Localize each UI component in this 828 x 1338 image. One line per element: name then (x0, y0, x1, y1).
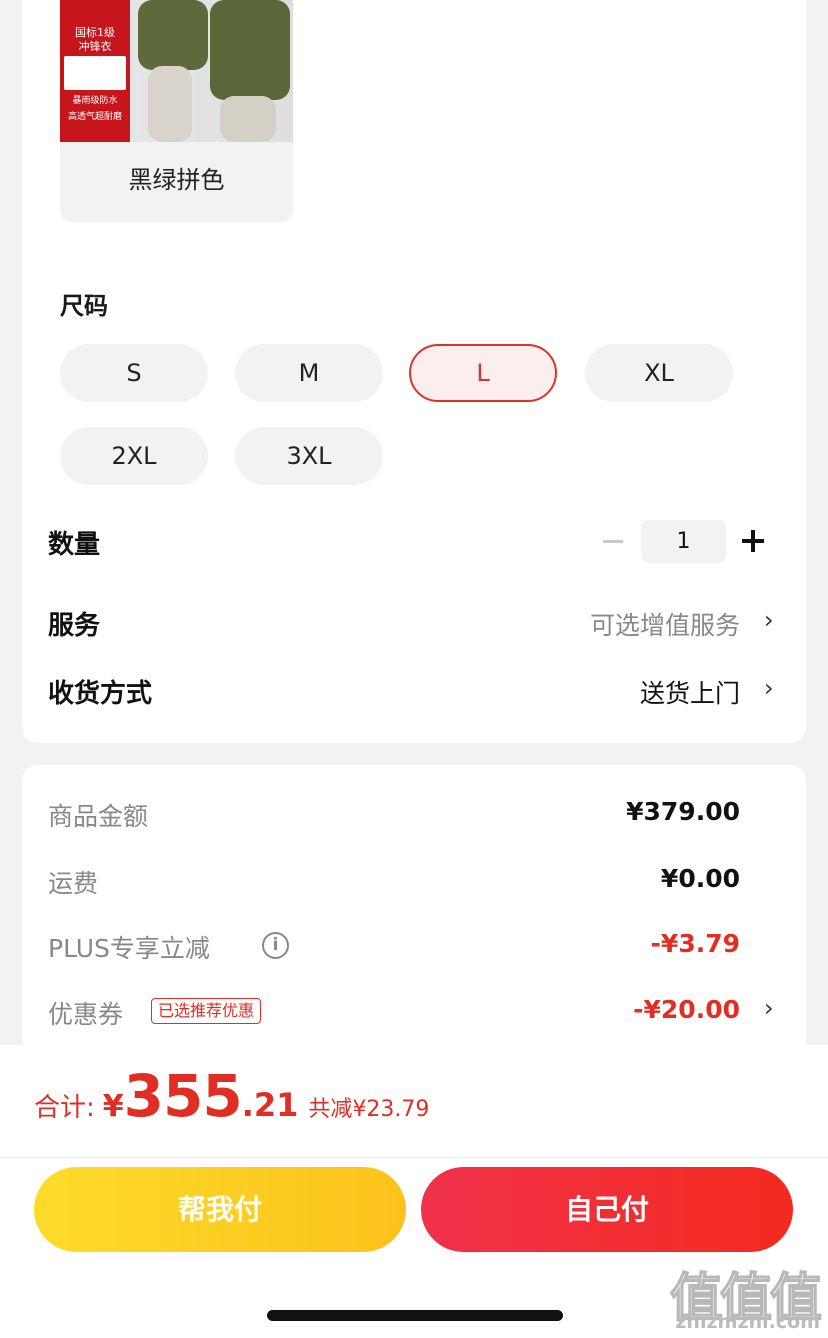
model-jacket-left (138, 0, 208, 70)
total-decimal: .21 (241, 1086, 299, 1124)
delivery-value[interactable]: 送货上门 (640, 674, 740, 710)
size-option-2xl[interactable]: 2XL (60, 427, 208, 485)
size-option-3xl[interactable]: 3XL (235, 427, 383, 485)
quantity-increase-button[interactable] (740, 527, 768, 555)
size-option-xl[interactable]: XL (585, 344, 733, 402)
coupon-value[interactable]: -¥20.00 (633, 995, 740, 1024)
size-title: 尺码 (60, 292, 108, 320)
size-option-s[interactable]: S (60, 344, 208, 402)
self-pay-button[interactable]: 自己付 (421, 1167, 793, 1252)
total-integer: 355 (123, 1062, 243, 1130)
badge-line-2: 冲锋衣 (78, 40, 112, 53)
quantity-input[interactable]: 1 (641, 520, 726, 563)
help-pay-button[interactable]: 帮我付 (34, 1167, 406, 1252)
divider (0, 1157, 828, 1158)
color-label: 黑绿拼色 (128, 166, 225, 194)
model-pants-left (148, 66, 192, 142)
badge-line-1: 国标1级 (75, 26, 115, 39)
info-icon[interactable]: i (262, 932, 289, 959)
delivery-label: 收货方式 (48, 679, 153, 709)
plus-discount-value: -¥3.79 (650, 929, 740, 958)
quantity-decrease-button[interactable] (600, 526, 626, 556)
size-option-l-selected[interactable]: L (409, 344, 557, 402)
service-value[interactable]: 可选增值服务 (590, 606, 740, 642)
total-currency: ¥ (102, 1089, 124, 1124)
coupon-tag: 已选推荐优惠 (151, 998, 262, 1024)
shipping-label: 运费 (48, 869, 99, 898)
home-indicator[interactable] (267, 1310, 563, 1321)
chevron-right-icon[interactable]: › (764, 994, 774, 1022)
goods-amount-value: ¥379.00 (626, 797, 740, 826)
service-label: 服务 (48, 611, 101, 641)
watermark-url: zhizhizhi.com (675, 1311, 820, 1333)
coupon-label: 优惠券 (48, 1000, 124, 1029)
size-option-m[interactable]: M (235, 344, 383, 402)
model-jacket-right (210, 0, 290, 100)
chevron-right-icon[interactable]: › (764, 674, 774, 702)
badge-strip-1: 暴雨级防水 (72, 96, 118, 106)
total-label: 合计: (34, 1093, 95, 1123)
badge-strip-2: 高透气超耐磨 (67, 112, 122, 122)
color-option-black-green[interactable]: 国标1级 冲锋衣 暴雨级防水 高透气超耐磨 黑绿拼色 (60, 0, 293, 222)
model-pants-right (220, 96, 276, 142)
badge-thumbnail (64, 56, 126, 90)
product-image: 国标1级 冲锋衣 暴雨级防水 高透气超耐磨 (60, 0, 293, 142)
total-saved: 共减¥23.79 (308, 1097, 430, 1122)
goods-amount-label: 商品金额 (48, 802, 149, 831)
chevron-right-icon[interactable]: › (764, 606, 774, 634)
plus-discount-label: PLUS专享立减 (48, 934, 210, 963)
total-price: 合计: ¥ 355 .21 共减¥23.79 (34, 1062, 429, 1132)
quantity-label: 数量 (48, 530, 101, 560)
product-badge: 国标1级 冲锋衣 暴雨级防水 高透气超耐磨 (60, 0, 130, 142)
shipping-value: ¥0.00 (660, 864, 740, 893)
